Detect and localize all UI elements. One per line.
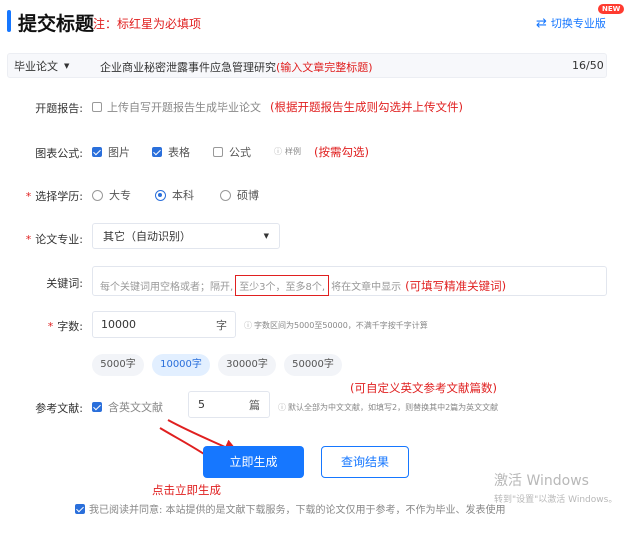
major-label: * 论文专业: — [25, 233, 83, 246]
page-title: 提交标题 — [18, 13, 95, 35]
required-note: 注：标红星为必填项 — [93, 17, 202, 31]
windows-watermark: 激活 Windows 转到"设置"以激活 Windows。 — [494, 470, 617, 505]
proposal-label: 开题报告: — [35, 102, 83, 115]
proposal-option[interactable]: 上传自写开题报告生成毕业论文 (根据开题报告生成则勾选并上传文件) — [92, 99, 463, 115]
word-chip-50000[interactable]: 50000字 — [284, 354, 342, 376]
info-icon: ⓘ — [278, 403, 286, 412]
major-select[interactable]: 其它（自动识别） ▼ — [92, 223, 280, 249]
image-option-label: 图片 — [108, 146, 130, 159]
title-input-value: 企业商业秘密泄露事件应急管理研究 — [100, 61, 276, 74]
word-count-input[interactable]: 10000 字 — [92, 311, 236, 338]
word-count-label-text: 字数: — [57, 320, 83, 333]
info-icon: ⓘ — [274, 147, 282, 156]
word-count-label: * 字数: — [47, 320, 83, 333]
switch-pro-button[interactable]: ⇄ 切换专业版 — [536, 14, 606, 32]
references-label: 参考文献: — [35, 402, 83, 415]
word-chip-30000[interactable]: 30000字 — [218, 354, 276, 376]
junior-radio[interactable] — [92, 189, 103, 201]
master-radio[interactable] — [220, 189, 231, 201]
caret-down-icon: ▼ — [263, 232, 269, 240]
references-count-input[interactable]: 5 篇 — [188, 391, 270, 418]
figures-label: 图表公式: — [35, 147, 83, 160]
generate-annotation: 点击立即生成 — [152, 483, 221, 497]
references-hint-text: 默认全部为中文文献，如填写2，则替换其中2篇为英文文献 — [288, 403, 499, 412]
word-count-value: 10000 — [101, 318, 136, 331]
figure-option-table[interactable]: 表格 — [152, 144, 190, 160]
paper-type-value: 毕业论文 — [14, 60, 58, 73]
table-checkbox[interactable] — [152, 147, 162, 157]
watermark-line1: 激活 Windows — [494, 473, 589, 489]
figure-option-image[interactable]: 图片 — [92, 144, 130, 160]
proposal-option-label: 上传自写开题报告生成毕业论文 — [107, 101, 261, 114]
table-option-label: 表格 — [168, 146, 190, 159]
english-refs-label: 含英文文献 — [108, 401, 163, 414]
junior-label: 大专 — [109, 189, 131, 202]
english-refs-checkbox[interactable] — [92, 402, 102, 412]
formula-option-label: 公式 — [229, 146, 251, 159]
agreement-checkbox[interactable] — [75, 503, 85, 514]
keywords-placeholder: 每个关键词用空格或者；隔开, 至少3个，至多8个, 将在文章中显示 (可填写精准… — [100, 275, 506, 296]
master-label: 硕博 — [237, 189, 259, 202]
degree-label-text: 选择学历: — [35, 190, 83, 203]
word-count-unit: 字 — [216, 318, 227, 332]
word-count-hint-text: 字数区间为5000至50000，不满千字按千字计算 — [254, 321, 428, 330]
title-annotation: (输入文章完整标题) — [276, 61, 373, 74]
degree-option-junior[interactable]: 大专 — [92, 187, 131, 203]
degree-option-bachelor[interactable]: 本科 — [155, 187, 194, 203]
title-counter: 16/50 — [572, 59, 604, 72]
references-count-value: 5 — [198, 398, 205, 411]
paper-type-select[interactable]: 毕业论文 ▼ — [14, 58, 69, 74]
title-input[interactable]: 企业商业秘密泄露事件应急管理研究(输入文章完整标题) — [100, 59, 373, 75]
query-results-button[interactable]: 查询结果 — [321, 446, 409, 478]
new-badge: NEW — [598, 4, 625, 14]
bachelor-radio[interactable] — [155, 189, 166, 201]
degree-option-master[interactable]: 硕博 — [220, 187, 259, 203]
figures-annotation: (按需勾选) — [314, 145, 369, 159]
degree-label: * 选择学历: — [25, 190, 83, 203]
keywords-placeholder-a: 每个关键词用空格或者；隔开, — [100, 282, 234, 293]
english-refs-option[interactable]: 含英文文献 — [92, 399, 163, 415]
formula-checkbox[interactable] — [213, 147, 223, 157]
example-label: 样例 — [285, 147, 301, 156]
keywords-placeholder-c: 将在文章中显示 — [331, 282, 402, 293]
info-icon: ⓘ — [244, 321, 252, 330]
caret-down-icon: ▼ — [64, 62, 70, 70]
image-checkbox[interactable] — [92, 147, 102, 157]
major-select-value: 其它（自动识别） — [103, 230, 191, 243]
title-accent-bar — [7, 10, 11, 32]
proposal-checkbox[interactable] — [92, 102, 102, 112]
keywords-annotation: (可填写精准关键词) — [405, 278, 507, 293]
keywords-highlight-box: 至少3个，至多8个, — [235, 275, 330, 296]
references-annotation: (可自定义英文参考文献篇数) — [350, 381, 497, 395]
word-chip-10000[interactable]: 10000字 — [152, 354, 210, 376]
agreement-text: 我已阅读并同意: 本站提供的是文献下载服务，下载的论文仅用于参考，不作为毕业、发… — [89, 505, 506, 516]
switch-pro-label: 切换专业版 — [550, 17, 606, 30]
references-hint: ⓘ 默认全部为中文文献，如填写2，则替换其中2篇为英文文献 — [278, 402, 498, 413]
agreement-option[interactable]: 我已阅读并同意: 本站提供的是文献下载服务，下载的论文仅用于参考，不作为毕业、发… — [75, 501, 506, 516]
generate-button[interactable]: 立即生成 — [203, 446, 304, 478]
references-count-unit: 篇 — [249, 398, 260, 412]
watermark-line2: 转到"设置"以激活 Windows。 — [494, 495, 618, 505]
keywords-label: 关键词: — [46, 277, 83, 290]
swap-arrows-icon: ⇄ — [536, 15, 547, 31]
major-label-text: 论文专业: — [35, 233, 83, 246]
word-count-hint: ⓘ 字数区间为5000至50000，不满千字按千字计算 — [244, 320, 428, 331]
bachelor-label: 本科 — [172, 189, 194, 202]
figure-example-link[interactable]: ⓘ 样例 — [274, 146, 301, 157]
figure-option-formula[interactable]: 公式 — [213, 144, 251, 160]
word-chip-5000[interactable]: 5000字 — [92, 354, 144, 376]
proposal-annotation: (根据开题报告生成则勾选并上传文件) — [270, 100, 463, 114]
